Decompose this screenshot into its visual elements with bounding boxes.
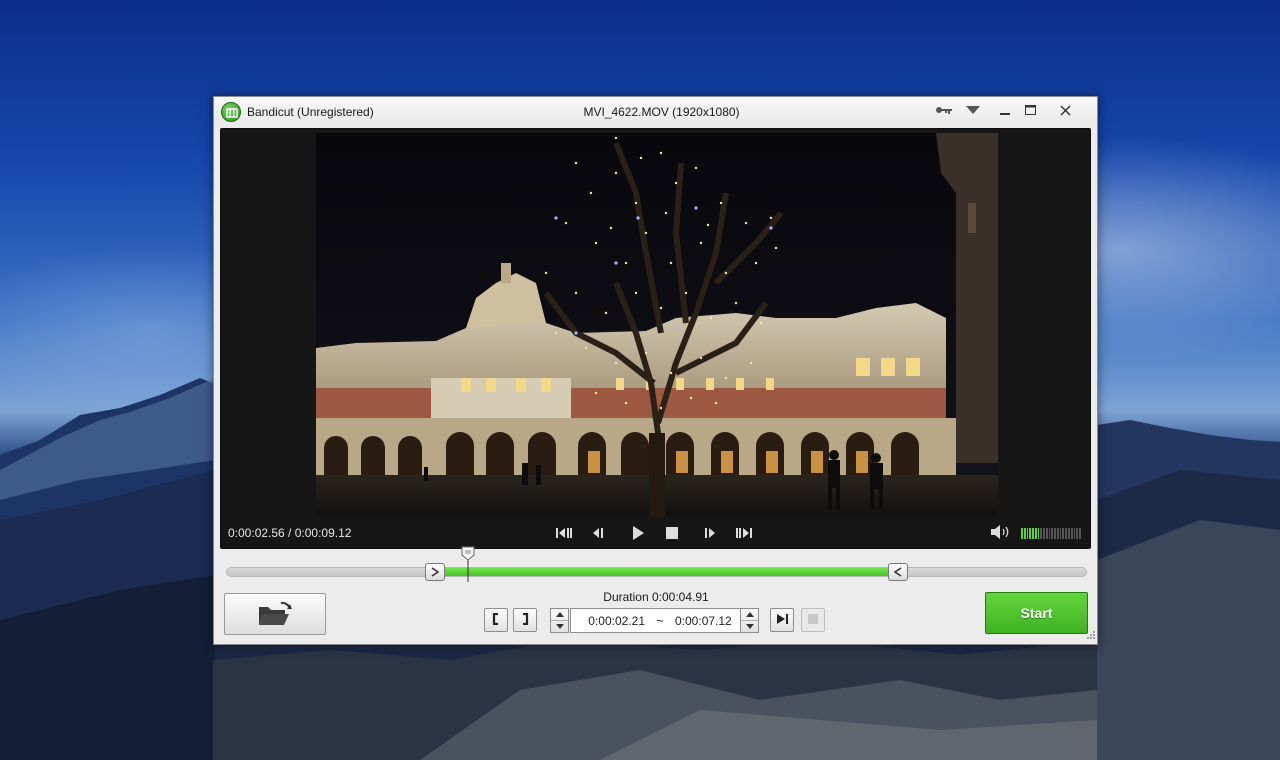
selected-range <box>443 568 892 576</box>
set-end-button[interactable] <box>513 608 537 632</box>
volume-bar <box>1023 528 1026 539</box>
video-frame[interactable] <box>316 133 998 517</box>
play-segment-icon <box>775 613 789 628</box>
duration-label: Duration 0:00:04.91 <box>603 590 709 604</box>
folder-open-icon <box>257 599 293 630</box>
start-button[interactable]: Start <box>985 592 1088 634</box>
range-start-handle[interactable] <box>424 563 445 581</box>
volume-bar <box>1037 528 1040 539</box>
start-time-spinner[interactable] <box>550 608 569 633</box>
spin-down-icon[interactable] <box>551 620 568 631</box>
volume-bar <box>1048 528 1051 539</box>
volume-bar <box>1070 528 1073 539</box>
volume-bar <box>1068 528 1070 539</box>
open-file-button[interactable] <box>224 593 326 635</box>
volume-bar <box>1029 528 1032 539</box>
volume-bar <box>1065 528 1068 539</box>
range-separator: ~ <box>656 613 664 628</box>
volume-bar <box>1045 528 1048 539</box>
previous-keyframe-icon[interactable] <box>553 524 575 542</box>
range-end-handle[interactable] <box>888 563 909 581</box>
volume-bar <box>1021 528 1023 539</box>
app-title: Bandicut (Unregistered) <box>247 105 374 119</box>
start-time-field[interactable]: 0:00:02.21 <box>571 614 645 628</box>
end-time-spinner[interactable] <box>740 608 759 633</box>
spin-down-icon[interactable] <box>741 620 758 631</box>
time-readout: 0:00:02.56 / 0:00:09.12 <box>228 526 352 540</box>
volume-bar <box>1051 528 1054 539</box>
play-icon[interactable] <box>627 524 649 542</box>
resize-grip-icon[interactable] <box>1085 628 1095 642</box>
volume-bar <box>1034 528 1037 539</box>
bandicut-window: Bandicut (Unregistered) MVI_4622.MOV (19… <box>213 96 1098 645</box>
set-start-button[interactable] <box>484 608 508 632</box>
dropdown-arrow-icon[interactable] <box>962 101 984 119</box>
spin-up-icon[interactable] <box>551 609 568 620</box>
stop-segment-icon <box>808 613 818 627</box>
bracket-end-icon <box>520 612 530 628</box>
volume-bar <box>1056 528 1059 539</box>
volume-bar <box>1073 528 1076 539</box>
file-title: MVI_4622.MOV (1920x1080) <box>583 105 740 119</box>
spin-up-icon[interactable] <box>741 609 758 620</box>
bandicut-logo-icon <box>221 102 241 122</box>
maximize-icon[interactable] <box>1017 101 1043 119</box>
volume-bar <box>1040 528 1043 539</box>
end-time-field[interactable]: 0:00:07.12 <box>675 614 732 628</box>
speaker-icon[interactable] <box>991 525 1011 542</box>
title-bar[interactable]: Bandicut (Unregistered) MVI_4622.MOV (19… <box>214 97 1097 127</box>
volume-bar <box>1079 528 1081 539</box>
stop-segment-button[interactable] <box>801 608 825 632</box>
volume-bar <box>1076 528 1079 539</box>
key-icon[interactable] <box>933 101 955 119</box>
volume-bar <box>1059 528 1062 539</box>
video-player: 0:00:02.56 / 0:00:09.12 <box>220 128 1091 549</box>
step-forward-icon[interactable] <box>699 524 721 542</box>
minimize-icon[interactable] <box>992 101 1018 119</box>
stop-icon[interactable] <box>661 524 683 542</box>
volume-slider[interactable] <box>1021 528 1081 539</box>
volume-bar <box>1062 528 1065 539</box>
close-icon[interactable] <box>1050 101 1080 119</box>
volume-bar <box>1043 528 1045 539</box>
play-segment-button[interactable] <box>770 608 794 632</box>
next-keyframe-icon[interactable] <box>733 524 755 542</box>
volume-bar <box>1032 528 1034 539</box>
volume-bar <box>1054 528 1056 539</box>
playhead[interactable] <box>461 546 475 582</box>
step-back-icon[interactable] <box>587 524 609 542</box>
timeline-track[interactable] <box>226 567 1087 577</box>
trim-range-field[interactable]: 0:00:02.21 ~ 0:00:07.12 <box>570 608 741 633</box>
volume-bar <box>1026 528 1029 539</box>
bracket-start-icon <box>491 612 501 628</box>
